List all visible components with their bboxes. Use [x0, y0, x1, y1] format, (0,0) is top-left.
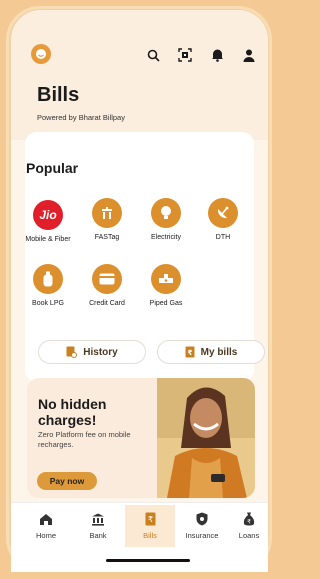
credit-card-icon: [92, 264, 122, 294]
search-icon[interactable]: [144, 46, 162, 64]
home-indicator: [106, 559, 190, 562]
nav-label: Bills: [143, 531, 157, 540]
nav-label: Bank: [89, 531, 107, 540]
header-actions: [144, 46, 258, 64]
home-icon: [38, 511, 54, 527]
popular-item-label: Credit Card: [89, 300, 125, 307]
promo-photo: [157, 378, 255, 498]
popular-item-credit-card[interactable]: Credit Card: [82, 264, 132, 308]
banner-text: Zero Platform fee on mobile recharges.: [38, 430, 131, 449]
popular-item-label: Electricity: [151, 234, 181, 241]
popular-item-label: DTH: [215, 234, 231, 241]
nav-label: Insurance: [185, 531, 219, 540]
bill-icon: ₹: [142, 511, 158, 527]
popular-item-label: Mobile & Fiber: [25, 236, 71, 243]
popular-item-label: FASTag: [94, 234, 120, 241]
history-label: History: [83, 346, 118, 358]
history-button[interactable]: History: [38, 340, 146, 364]
popular-item-lpg[interactable]: Book LPG: [23, 264, 73, 308]
popular-item-mobile[interactable]: Jio Mobile & Fiber: [23, 200, 73, 244]
page-title: Bills: [37, 84, 80, 106]
history-icon: [66, 346, 78, 358]
my-bills-button[interactable]: ₹ My bills: [157, 340, 265, 364]
pay-now-button[interactable]: Pay now: [37, 472, 97, 490]
gas-cylinder-icon: [33, 264, 63, 294]
popular-heading: Popular: [26, 160, 79, 176]
popular-item-piped-gas[interactable]: Piped Gas: [141, 264, 191, 308]
my-bills-label: My bills: [200, 346, 238, 358]
page-subtitle: Powered by Bharat Billpay: [37, 113, 125, 122]
svg-text:₹: ₹: [147, 515, 152, 524]
nav-bank[interactable]: Bank: [73, 511, 123, 540]
pipe-icon: [151, 264, 181, 294]
promo-banner[interactable]: No hidden charges! Zero Platform fee on …: [27, 378, 255, 498]
scan-icon[interactable]: [176, 46, 194, 64]
loan-bag-icon: ₹: [241, 511, 257, 527]
nav-label: Home: [35, 531, 56, 540]
banner-heading: No hidden charges!: [38, 396, 107, 428]
bottom-nav: Home Bank ₹ Bills Insurance ₹ Loans: [11, 502, 268, 572]
shield-icon: [194, 511, 210, 527]
nav-label: Loans: [238, 531, 260, 540]
bill-icon: ₹: [185, 346, 195, 358]
popular-item-electricity[interactable]: Electricity: [141, 198, 191, 242]
nav-loans[interactable]: ₹ Loans: [229, 511, 269, 540]
popular-item-dth[interactable]: DTH: [198, 198, 248, 242]
nav-insurance[interactable]: Insurance: [177, 511, 227, 540]
svg-text:₹: ₹: [247, 519, 251, 526]
profile-icon[interactable]: [31, 44, 51, 64]
bank-icon: [90, 511, 106, 527]
bulb-icon: [151, 198, 181, 228]
popular-item-label: Piped Gas: [149, 300, 183, 307]
svg-text:₹: ₹: [187, 349, 192, 357]
nav-bills[interactable]: ₹ Bills: [125, 505, 175, 547]
satellite-dish-icon: [208, 198, 238, 228]
jio-logo: Jio: [33, 200, 63, 230]
nav-home[interactable]: Home: [21, 511, 71, 540]
popular-item-label: Book LPG: [32, 300, 64, 307]
bell-icon[interactable]: [208, 46, 226, 64]
toll-booth-icon: [92, 198, 122, 228]
user-icon[interactable]: [240, 46, 258, 64]
popular-item-fastag[interactable]: FASTag: [82, 198, 132, 242]
